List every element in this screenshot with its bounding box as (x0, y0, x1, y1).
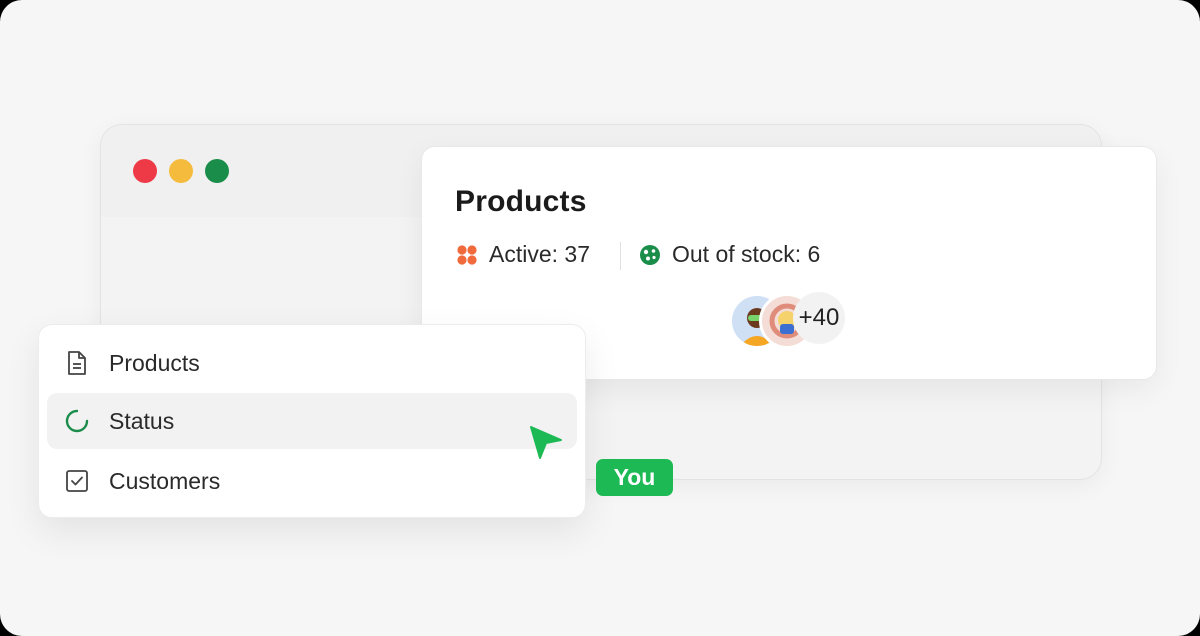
navigation-menu: Products Status Customers (38, 324, 586, 518)
document-icon (64, 350, 90, 376)
active-stat: Active: 37 (455, 241, 590, 268)
more-avatars-badge[interactable]: +40 (793, 292, 845, 344)
checkbox-icon (64, 468, 90, 494)
active-count-label: Active: 37 (489, 241, 590, 267)
cursor-label: You (596, 459, 673, 496)
pointer-cursor-icon (528, 424, 564, 460)
menu-item-label: Status (109, 407, 175, 434)
chart-icon (638, 243, 662, 267)
minimize-window-button[interactable] (169, 159, 193, 183)
zoom-window-button[interactable] (205, 159, 229, 183)
out-of-stock-label: Out of stock: 6 (672, 241, 821, 267)
menu-item-status[interactable]: Status (47, 393, 577, 449)
menu-item-label: Customers (109, 467, 221, 494)
close-window-button[interactable] (133, 159, 157, 183)
grid-icon (455, 243, 479, 267)
menu-item-customers[interactable]: Customers (47, 453, 577, 509)
stat-divider (620, 242, 621, 270)
out-of-stock-stat: Out of stock: 6 (638, 241, 820, 268)
card-title: Products (455, 185, 587, 218)
canvas: Products Active: 37 Out of stock: 6 +40 … (0, 0, 1200, 636)
menu-item-label: Products (109, 349, 200, 376)
loading-icon (64, 408, 90, 434)
menu-item-products[interactable]: Products (47, 335, 577, 391)
